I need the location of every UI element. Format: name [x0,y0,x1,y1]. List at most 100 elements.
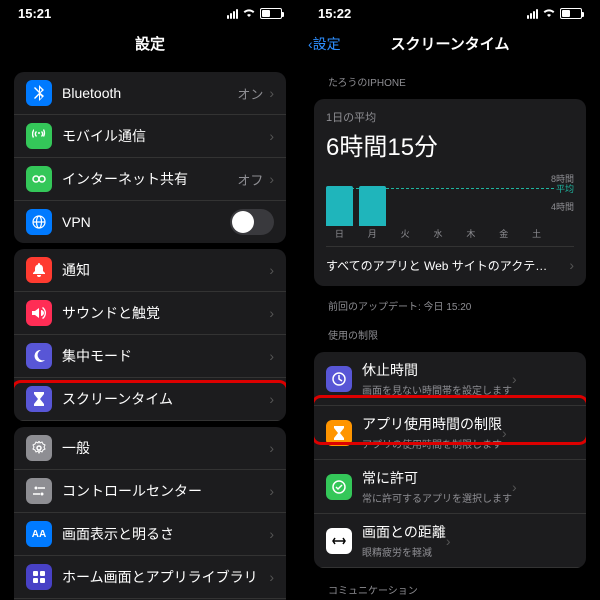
wifi-icon [542,6,556,21]
row-control-center[interactable]: コントロールセンター › [14,470,286,513]
phone-settings: 15:21 設定 Bluetooth オン › モバイル通信 › [0,0,300,600]
row-screentime[interactable]: スクリーンタイム › [14,378,286,421]
speaker-icon [26,300,52,326]
bar-mon [359,186,386,226]
chevron-right-icon: › [269,171,274,187]
usage-chart: 8時間 平均 4時間 日 月 火 水 木 金 土 [326,170,574,240]
hotspot-icon [26,166,52,192]
grid-icon [26,564,52,590]
day-label: 月 [359,227,386,240]
row-label: スクリーンタイム [62,389,269,409]
last-update: 前回のアップデート: 今日 15:20 [300,292,600,319]
row-subtitle: 画面を見ない時間帯を設定します [362,382,512,397]
row-label: 画面との距離 [362,522,446,542]
chevron-right-icon: › [502,425,507,441]
row-label: モバイル通信 [62,126,269,146]
battery-icon [260,8,282,19]
row-subtitle: アプリの使用時間を制限します [362,436,502,451]
row-home[interactable]: ホーム画面とアプリライブラリ › [14,556,286,599]
header: ‹ 設定 スクリーンタイム [300,25,600,66]
average-value: 6時間15分 [326,127,574,162]
device-header: たろうのIPHONE [300,66,600,93]
sliders-icon [26,478,52,504]
status-right [527,6,582,21]
row-label: VPN [62,214,230,230]
day-label: 木 [457,227,484,240]
distance-icon [326,528,352,554]
chevron-right-icon: › [569,257,574,273]
chevron-right-icon: › [269,85,274,101]
settings-group-connectivity: Bluetooth オン › モバイル通信 › インターネット共有 オフ › V… [14,72,286,243]
back-label: 設定 [313,34,341,54]
row-label: ホーム画面とアプリライブラリ [62,567,269,587]
row-text: 画面との距離 眼精疲労を軽減 [362,522,446,559]
back-button[interactable]: ‹ 設定 [308,34,341,54]
average-label: 1日の平均 [326,109,574,125]
chevron-right-icon: › [269,526,274,542]
day-label: 金 [490,227,517,240]
battery-icon [560,8,582,19]
status-time: 15:22 [318,6,351,21]
bluetooth-icon [26,80,52,106]
chevron-right-icon: › [269,348,274,364]
row-bluetooth[interactable]: Bluetooth オン › [14,72,286,115]
chevron-right-icon: › [269,305,274,321]
row-hotspot[interactable]: インターネット共有 オフ › [14,158,286,201]
row-always-allowed[interactable]: 常に許可 常に許可するアプリを選択します › [314,460,586,514]
bar-sun [326,186,353,226]
y-label-4: 4時間 [551,200,574,213]
check-circle-icon [326,474,352,500]
page-title: 設定 [135,33,165,54]
chevron-right-icon: › [512,371,517,387]
usage-card[interactable]: 1日の平均 6時間15分 8時間 平均 4時間 日 月 火 水 木 [314,99,586,286]
antenna-icon [26,123,52,149]
row-text: 常に許可 常に許可するアプリを選択します [362,468,512,505]
row-label: 常に許可 [362,468,512,488]
row-cellular[interactable]: モバイル通信 › [14,115,286,158]
moon-icon [26,343,52,369]
activity-link[interactable]: すべてのアプリと Web サイトのアクテ… › [326,246,574,276]
row-label: 集中モード [62,346,269,366]
signal-icon [227,9,238,19]
chevron-right-icon: › [269,569,274,585]
settings-group-notifications: 通知 › サウンドと触覚 › 集中モード › スクリーンタイム › [14,249,286,421]
row-focus[interactable]: 集中モード › [14,335,286,378]
row-label: インターネット共有 [62,169,237,189]
status-right [227,6,282,21]
row-general[interactable]: 一般 › [14,427,286,470]
wifi-icon [242,6,256,21]
row-label: 通知 [62,260,269,280]
row-subtitle: 常に許可するアプリを選択します [362,490,512,505]
signal-icon [527,9,538,19]
activity-label: すべてのアプリと Web サイトのアクテ… [326,259,547,273]
row-applimit[interactable]: アプリ使用時間の制限 アプリの使用時間を制限します › [314,406,586,460]
vpn-toggle[interactable] [230,209,274,235]
row-label: アプリ使用時間の制限 [362,414,502,434]
chevron-right-icon: › [269,440,274,456]
page-title: スクリーンタイム [391,33,510,54]
day-label: 火 [392,227,419,240]
row-screen-distance[interactable]: 画面との距離 眼精疲労を軽減 › [314,514,586,568]
header: 設定 [0,25,300,66]
row-label: Bluetooth [62,85,237,101]
phone-screentime: 15:22 ‹ 設定 スクリーンタイム たろうのIPHONE 1日の平均 6時間… [300,0,600,600]
row-display[interactable]: AA 画面表示と明るさ › [14,513,286,556]
limits-group: 休止時間 画面を見ない時間帯を設定します › アプリ使用時間の制限 アプリの使用… [314,352,586,568]
day-label: 土 [523,227,550,240]
row-text: 休止時間 画面を見ない時間帯を設定します [362,360,512,397]
row-sounds[interactable]: サウンドと触覚 › [14,292,286,335]
row-vpn[interactable]: VPN [14,201,286,243]
day-label: 日 [326,227,353,240]
row-label: コントロールセンター [62,481,269,501]
row-text: アプリ使用時間の制限 アプリの使用時間を制限します [362,414,502,451]
vpn-icon [26,209,52,235]
gear-icon [26,435,52,461]
status-bar: 15:21 [0,0,300,25]
chart-bars [326,184,550,226]
bell-icon [26,257,52,283]
row-label: 画面表示と明るさ [62,524,269,544]
row-notifications[interactable]: 通知 › [14,249,286,292]
row-label: 休止時間 [362,360,512,380]
row-downtime[interactable]: 休止時間 画面を見ない時間帯を設定します › [314,352,586,406]
average-tag: 平均 [556,182,574,195]
